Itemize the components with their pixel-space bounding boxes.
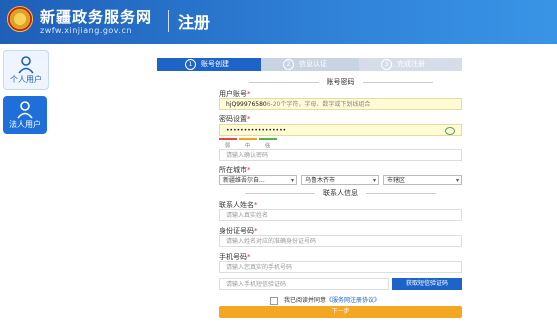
page-title: 注册 bbox=[178, 13, 211, 32]
password-strength-meter: 弱 中 强 bbox=[219, 138, 279, 149]
site-url: zwfw.xinjiang.gov.cn bbox=[40, 26, 132, 35]
username-value: hjQ99976580 bbox=[226, 101, 267, 108]
step-label: 信息认证 bbox=[299, 60, 327, 68]
step-info-verify: 2 信息认证 bbox=[261, 58, 365, 71]
required-mark: * bbox=[247, 90, 251, 98]
label-text: 联系人姓名 bbox=[219, 201, 254, 209]
province-value: 新疆维吾尔自... bbox=[223, 177, 265, 184]
sms-code-input[interactable]: 请输入手机短信验证码 bbox=[219, 278, 389, 290]
contact-name-placeholder: 请输入真实姓名 bbox=[226, 212, 269, 219]
confirm-password-placeholder: 请输入确认密码 bbox=[226, 152, 269, 159]
step-complete: 3 完成注册 bbox=[359, 58, 462, 71]
password-label: 密码设置* bbox=[219, 114, 251, 124]
contact-name-input[interactable]: 请输入真实姓名 bbox=[219, 209, 462, 221]
next-step-button[interactable]: 下一步 bbox=[219, 306, 462, 318]
required-mark: * bbox=[254, 227, 258, 235]
sidebar-item-personal-user[interactable]: 个人用户 bbox=[3, 50, 49, 90]
label-text: 手机号码 bbox=[219, 253, 247, 261]
sidebar-item-legal-user[interactable]: 法人用户 bbox=[3, 96, 47, 134]
strength-bar-medium bbox=[239, 138, 257, 140]
label-text: 身份证号码 bbox=[219, 227, 254, 235]
province-select[interactable]: 新疆维吾尔自... bbox=[219, 175, 297, 186]
phone-placeholder: 请输入您真实的手机号码 bbox=[226, 264, 293, 271]
city-select[interactable]: 乌鲁木齐市 bbox=[301, 175, 379, 186]
label-text: 所在城市 bbox=[219, 166, 247, 174]
strength-label-strong: 强 bbox=[265, 143, 271, 149]
agreement-checkbox[interactable] bbox=[270, 296, 278, 305]
required-mark: * bbox=[247, 253, 251, 261]
strength-bar-strong bbox=[259, 138, 277, 140]
step-number: 1 bbox=[185, 59, 196, 70]
required-mark: * bbox=[254, 201, 258, 209]
strength-label-weak: 弱 bbox=[225, 143, 231, 149]
username-input[interactable]: hjQ999765806-20个字符，字母、数字或下划线组合 bbox=[219, 98, 462, 110]
section-title-text: 账号密码 bbox=[326, 78, 355, 86]
city-label: 所在城市* bbox=[219, 165, 251, 175]
id-number-placeholder: 请输入姓名对应的准确身份证号码 bbox=[226, 238, 317, 245]
id-number-input[interactable]: 请输入姓名对应的准确身份证号码 bbox=[219, 235, 462, 247]
sidebar-item-label: 个人用户 bbox=[10, 75, 42, 84]
username-hint: 6-20个字符，字母、数字或下划线组合 bbox=[266, 101, 371, 108]
header-divider bbox=[168, 10, 169, 32]
required-mark: * bbox=[247, 166, 251, 174]
label-text: 用户账号 bbox=[219, 90, 247, 98]
agreement-text: 我已阅读并同意 bbox=[284, 297, 327, 304]
show-password-icon[interactable] bbox=[445, 127, 455, 135]
top-header: 新疆政务服务网 zwfw.xinjiang.gov.cn 注册 bbox=[0, 0, 557, 44]
required-mark: * bbox=[247, 115, 251, 123]
person-icon bbox=[18, 56, 34, 74]
step-label: 账号创建 bbox=[201, 60, 229, 68]
strength-bar-weak bbox=[219, 138, 237, 140]
strength-label-medium: 中 bbox=[245, 143, 251, 149]
password-value: ••••••••••••••••• bbox=[226, 127, 287, 134]
password-input[interactable]: ••••••••••••••••• bbox=[219, 124, 462, 136]
emblem-icon bbox=[7, 6, 33, 32]
sidebar-item-label: 法人用户 bbox=[9, 120, 41, 129]
agreement-row: 我已阅读并同意《服务网注册协议》 bbox=[270, 295, 380, 305]
confirm-password-input[interactable]: 请输入确认密码 bbox=[219, 149, 462, 161]
person-icon bbox=[17, 101, 33, 119]
account-section-title: 账号密码 bbox=[219, 77, 462, 87]
label-text: 密码设置 bbox=[219, 115, 247, 123]
progress-steps: 1 账号创建 2 信息认证 3 完成注册 bbox=[157, 58, 462, 71]
phone-input[interactable]: 请输入您真实的手机号码 bbox=[219, 261, 462, 273]
section-title-text: 联系人信息 bbox=[323, 189, 358, 197]
step-number: 3 bbox=[381, 59, 392, 70]
city-value: 乌鲁木齐市 bbox=[305, 177, 336, 184]
district-select[interactable]: 市辖区 bbox=[383, 175, 462, 186]
sms-code-placeholder: 请输入手机短信验证码 bbox=[226, 281, 287, 288]
step-label: 完成注册 bbox=[397, 60, 425, 68]
agreement-link[interactable]: 《服务网注册协议》 bbox=[326, 297, 380, 304]
contact-section-title: 联系人信息 bbox=[219, 188, 462, 198]
get-sms-code-button[interactable]: 获取短信验证码 bbox=[392, 278, 462, 290]
step-number: 2 bbox=[283, 59, 294, 70]
site-name[interactable]: 新疆政务服务网 bbox=[40, 6, 152, 27]
district-value: 市辖区 bbox=[387, 177, 406, 184]
user-type-sidebar: 个人用户 法人用户 bbox=[0, 44, 49, 333]
step-account-create: 1 账号创建 bbox=[157, 58, 267, 71]
